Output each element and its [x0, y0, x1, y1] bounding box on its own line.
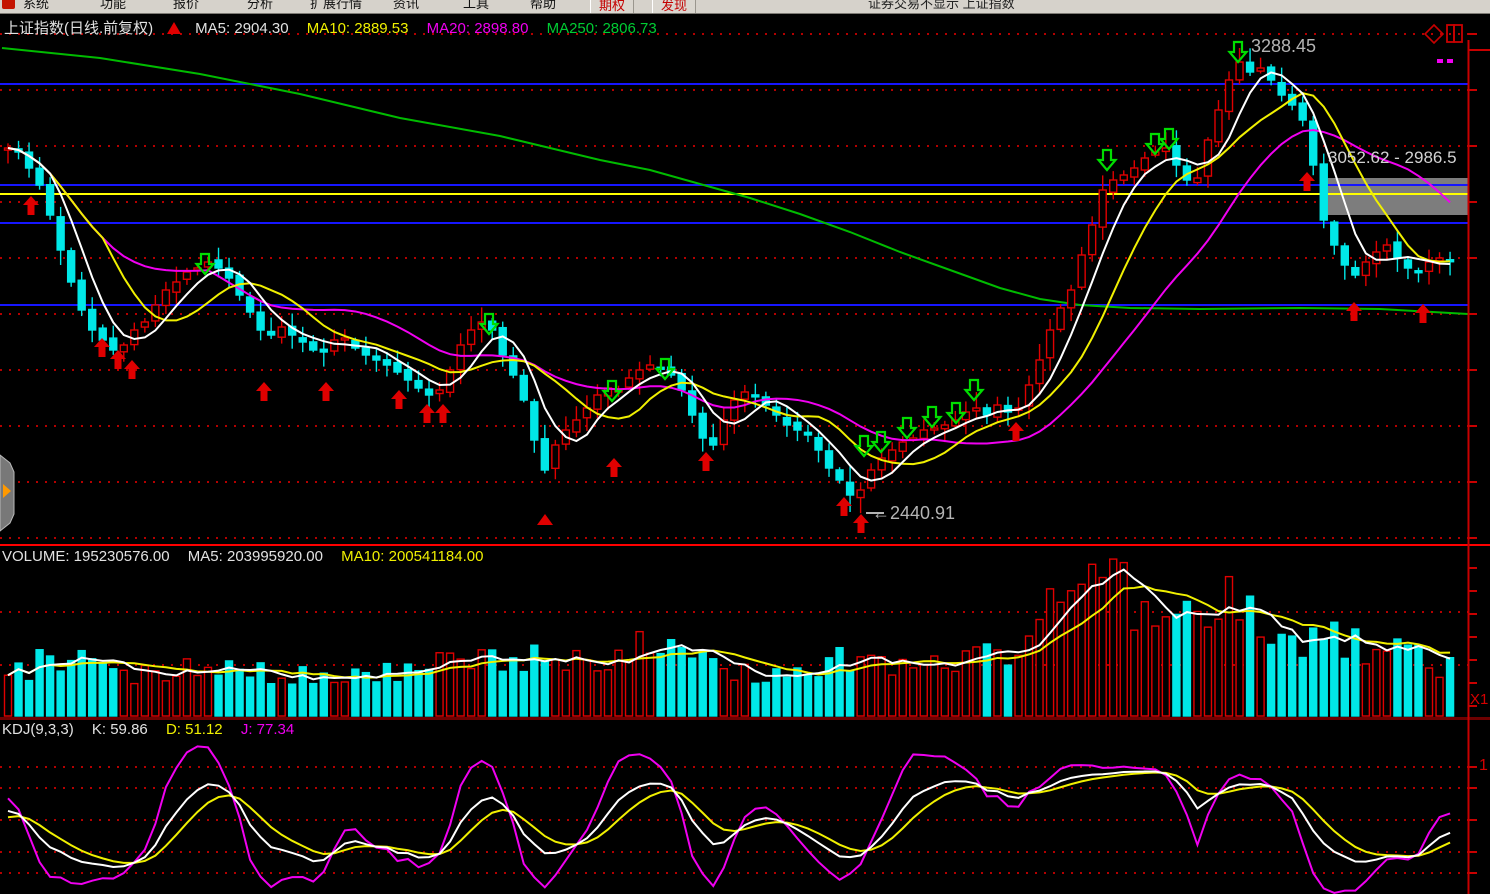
low-price-annotation: ←2440.91	[872, 503, 955, 524]
candlestick-chart[interactable]	[0, 0, 1490, 894]
menu-analysis[interactable]: 分析	[247, 0, 273, 12]
pane-tool-icons	[1425, 25, 1462, 61]
buy-signal-arrow-icon	[606, 458, 622, 477]
up-arrow-icon	[167, 22, 181, 34]
buy-signal-arrow-icon	[256, 382, 272, 401]
sell-signal-arrow-icon	[1099, 150, 1116, 170]
menu-function[interactable]: 功能	[100, 0, 126, 12]
volume-bars	[5, 559, 1454, 716]
sell-signal-arrow-icon	[1230, 42, 1247, 62]
volume-ma10-label: MA10: 200541184.00	[341, 548, 483, 565]
volume-label: VOLUME: 195230576.00	[2, 548, 170, 565]
sell-signal-arrow-icon	[924, 407, 941, 427]
menu-tools[interactable]: 工具	[463, 0, 489, 12]
ma10-label: MA10: 2889.53	[307, 20, 409, 37]
kdj-j-label: J: 77.34	[241, 721, 294, 738]
buy-signal-arrow-icon	[391, 390, 407, 409]
buy-signal-arrow-icon	[435, 404, 451, 423]
kdj-label: KDJ(9,3,3)	[2, 721, 74, 738]
chart-title: 上证指数(日线.前复权)	[4, 20, 153, 37]
menu-discover-hot[interactable]: 发现	[652, 0, 696, 14]
kdj-d-label: D: 51.12	[166, 721, 223, 738]
buy-signal-arrow-icon	[419, 404, 435, 423]
window-title: 证券交易不显示 上证指数	[868, 0, 1015, 12]
kdj-pane-header: KDJ(9,3,3) K: 59.86 D: 51.12 J: 77.34	[2, 721, 308, 738]
kdj-k-label: K: 59.86	[92, 721, 148, 738]
gap-range-annotation: 3052.62 - 2986.5	[1328, 148, 1457, 168]
menu-options-hot[interactable]: 期权	[590, 0, 634, 14]
ma250-label: MA250: 2806.73	[547, 20, 657, 37]
volume-axis-multiplier: X1	[1470, 691, 1488, 708]
sell-signal-arrow-icon	[966, 380, 983, 400]
menu-quotes[interactable]: 报价	[173, 0, 199, 12]
buy-signal-arrow-icon	[1415, 304, 1431, 323]
peak-price-annotation: 3288.45	[1251, 36, 1316, 57]
buy-signal-arrow-icon	[23, 196, 39, 215]
sell-signal-arrow-icon	[856, 436, 873, 456]
sidebar-expand-handle[interactable]	[0, 455, 14, 531]
volume-ma5-label: MA5: 203995920.00	[188, 548, 323, 565]
menu-help[interactable]: 帮助	[530, 0, 556, 12]
app-icon[interactable]	[2, 0, 15, 9]
buy-signal-arrow-icon	[698, 452, 714, 471]
menu-extended-quotes[interactable]: 扩展行情	[310, 0, 362, 12]
ma20-label: MA20: 2898.80	[427, 20, 529, 37]
buy-signal-arrow-icon	[94, 338, 110, 357]
signal-triangle-icon	[537, 514, 553, 525]
main-pane-header: 上证指数(日线.前复权) MA5: 2904.30 MA10: 2889.53 M…	[4, 17, 671, 38]
ma5-label: MA5: 2904.30	[195, 20, 288, 37]
menu-system[interactable]: 系统	[23, 0, 49, 12]
buy-signal-arrow-icon	[1008, 422, 1024, 441]
menu-bar: 系统 功能 报价 分析 扩展行情 资讯 工具 帮助 期权 发现 证券交易不显示 …	[0, 0, 1490, 14]
buy-signal-arrow-icon	[318, 382, 334, 401]
buy-signal-arrow-icon	[853, 514, 869, 533]
menu-news[interactable]: 资讯	[393, 0, 419, 12]
candles	[5, 48, 1454, 513]
kdj-axis-label: 1	[1479, 757, 1488, 775]
app-window: 系统 功能 报价 分析 扩展行情 资讯 工具 帮助 期权 发现 证券交易不显示 …	[0, 0, 1490, 894]
volume-pane-header: VOLUME: 195230576.00 MA5: 203995920.00 M…	[2, 548, 497, 565]
